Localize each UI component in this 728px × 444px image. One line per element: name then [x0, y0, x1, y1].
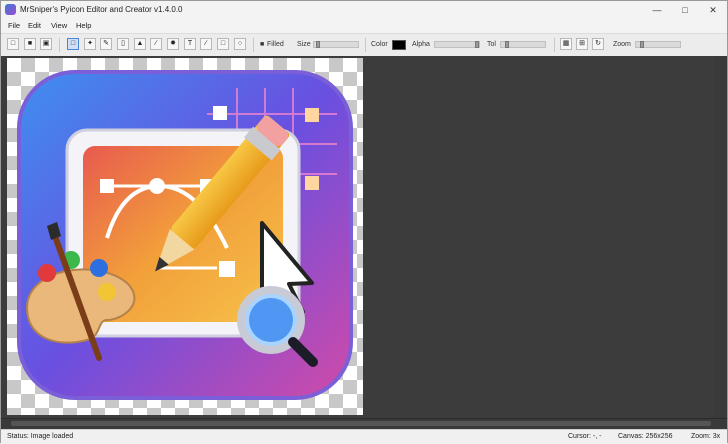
- close-button[interactable]: ✕: [706, 4, 720, 16]
- filled-checkbox[interactable]: ■: [260, 41, 264, 48]
- color-label: Color: [371, 41, 388, 48]
- size-slider[interactable]: [313, 41, 359, 48]
- canvas-viewport[interactable]: [1, 56, 727, 418]
- rect-icon[interactable]: □: [217, 38, 229, 50]
- alpha-label: Alpha: [412, 41, 430, 48]
- select-icon[interactable]: □: [67, 38, 79, 50]
- transparency-checkerboard[interactable]: [7, 58, 363, 415]
- menu-help[interactable]: Help: [76, 21, 91, 30]
- toolbar-divider: [365, 38, 366, 52]
- zoom-slider[interactable]: [635, 41, 681, 48]
- grid-icon[interactable]: ▦: [560, 38, 572, 50]
- vertical-scrollbar[interactable]: [715, 56, 727, 418]
- canvas-size-readout: Canvas: 256x256: [618, 433, 673, 440]
- pencil-icon[interactable]: ✎: [100, 38, 112, 50]
- zoom-readout: Zoom: 3x: [691, 433, 721, 440]
- alpha-slider-knob[interactable]: [475, 41, 479, 48]
- new-icon[interactable]: □: [7, 38, 19, 50]
- line-icon[interactable]: ∕: [200, 38, 212, 50]
- status-bar: Status: Image loaded Cursor: -, - Canvas…: [1, 429, 727, 444]
- size-slider-knob[interactable]: [316, 41, 320, 48]
- menu-view[interactable]: View: [51, 21, 67, 30]
- tolerance-slider-knob[interactable]: [505, 41, 509, 48]
- toolbar-divider: [59, 38, 60, 52]
- horizontal-scrollbar-thumb[interactable]: [11, 421, 711, 426]
- filled-label: Filled: [267, 41, 284, 48]
- window-title: MrSniper's Pyicon Editor and Creator v1.…: [20, 5, 183, 14]
- icon-image: [17, 70, 353, 400]
- color-swatch[interactable]: [392, 40, 406, 50]
- toolbar: □ ■ ▣ □ ✦ ✎ ▯ ▲ ∕ ✹ T ∕ □ ○ ■ Filled Siz…: [1, 33, 727, 57]
- menu-edit[interactable]: Edit: [28, 21, 41, 30]
- toolbar-divider: [253, 38, 254, 52]
- menu-bar: File Edit View Help: [1, 19, 727, 33]
- cursor-readout: Cursor: -, -: [568, 433, 602, 440]
- minimize-button[interactable]: —: [650, 4, 664, 16]
- app-window: MrSniper's Pyicon Editor and Creator v1.…: [0, 0, 728, 444]
- alpha-slider[interactable]: [434, 41, 480, 48]
- wand-icon[interactable]: ✹: [167, 38, 179, 50]
- zoom-slider-knob[interactable]: [640, 41, 644, 48]
- save-icon[interactable]: ▣: [40, 38, 52, 50]
- eraser-icon[interactable]: ▯: [117, 38, 129, 50]
- picker-icon[interactable]: ∕: [150, 38, 162, 50]
- status-message: Status: Image loaded: [7, 433, 74, 440]
- tolerance-slider[interactable]: [500, 41, 546, 48]
- zoom-label: Zoom: [613, 41, 631, 48]
- move-icon[interactable]: ✦: [84, 38, 96, 50]
- fill-icon[interactable]: ▲: [134, 38, 146, 50]
- toolbar-divider: [554, 38, 555, 52]
- title-bar: MrSniper's Pyicon Editor and Creator v1.…: [1, 1, 727, 19]
- menu-file[interactable]: File: [8, 21, 20, 30]
- size-label: Size: [297, 41, 311, 48]
- crop-icon[interactable]: ⊞: [576, 38, 588, 50]
- text-icon[interactable]: T: [184, 38, 196, 50]
- maximize-button[interactable]: □: [678, 4, 692, 16]
- rotate-icon[interactable]: ↻: [592, 38, 604, 50]
- ellipse-icon[interactable]: ○: [234, 38, 246, 50]
- open-icon[interactable]: ■: [24, 38, 36, 50]
- horizontal-scrollbar[interactable]: [1, 418, 727, 429]
- app-logo-icon: [5, 4, 16, 15]
- tolerance-label: Tol: [487, 41, 496, 48]
